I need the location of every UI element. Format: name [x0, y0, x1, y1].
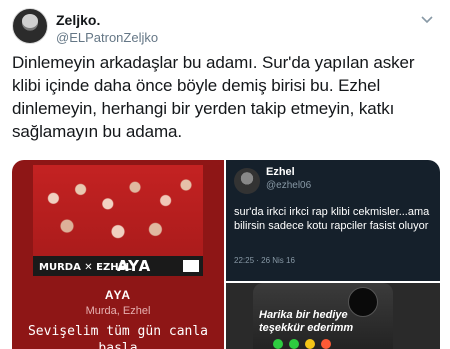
chevron-down-icon-svg: [421, 16, 433, 24]
song-lyric: Sevişelim tüm gün canla başla: [27, 324, 208, 349]
album-cover: MURDA ✕ EZHEL AYA: [33, 165, 203, 276]
tweet-header: Zeljko. @ELPatronZeljko: [12, 6, 438, 46]
reaction-dot: [305, 339, 315, 349]
album-logo-right: AYA: [117, 257, 152, 275]
song-card-image[interactable]: MURDA ✕ EZHEL AYA AYA Murda, Ezhel Seviş…: [12, 160, 224, 349]
phone-message-text: Harika bir hediye teşekkür ederimm: [259, 309, 354, 334]
parental-advisory-badge: [183, 260, 199, 272]
quoted-tweet-text: sur'da irkci irkci rap klibi cekmisler..…: [234, 206, 430, 232]
tweet-media-grid: MURDA ✕ EZHEL AYA AYA Murda, Ezhel Seviş…: [12, 160, 440, 349]
phone-reaction-dots: [273, 339, 373, 349]
phone-screen: Harika bir hediye teşekkür ederimm: [253, 283, 393, 349]
song-title: AYA: [104, 288, 132, 302]
quoted-tweet-image[interactable]: Ezhel @ezhel06 sur'da irkci irkci rap kl…: [226, 160, 440, 281]
song-artists: Murda, Ezhel: [85, 305, 151, 317]
author-avatar[interactable]: [12, 8, 48, 44]
chevron-down-icon[interactable]: [418, 12, 436, 30]
phone-photo-image[interactable]: Harika bir hediye teşekkür ederimm: [226, 283, 440, 349]
reaction-dot: [289, 339, 299, 349]
quoted-tweet-time: 22:25 · 26 Nis 16: [234, 256, 295, 265]
quoted-author-avatar: [234, 168, 260, 194]
author-name[interactable]: Zeljko.: [56, 12, 100, 28]
author-handle[interactable]: @ELPatronZeljko: [56, 30, 158, 45]
tweet-text: Dinlemeyin arkadaşlar bu adamı. Sur'da y…: [12, 53, 415, 141]
quoted-author-handle: @ezhel06: [266, 180, 312, 191]
reaction-dot: [273, 339, 283, 349]
reaction-dot: [321, 339, 331, 349]
quoted-author-name: Ezhel: [266, 166, 295, 178]
